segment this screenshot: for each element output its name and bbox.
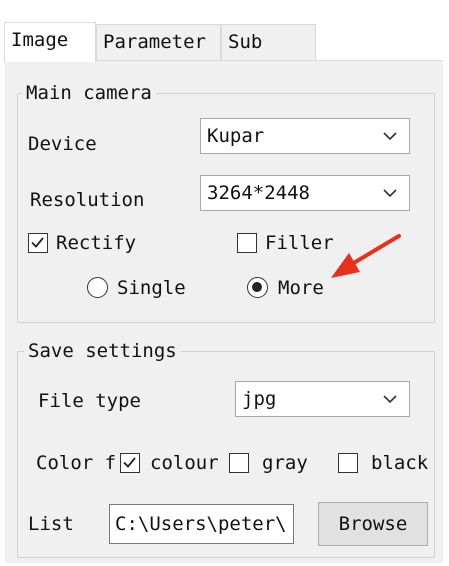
device-select[interactable]: Kupar	[200, 118, 410, 154]
file-type-value: jpg	[242, 388, 277, 410]
colour-checkbox[interactable]	[120, 453, 140, 473]
file-type-select[interactable]: jpg	[235, 381, 410, 417]
single-label: Single	[117, 277, 186, 299]
gray-label: gray	[262, 452, 308, 474]
filler-label: Filler	[265, 232, 334, 254]
more-label: More	[278, 277, 324, 299]
tab-sub[interactable]: Sub	[221, 24, 316, 61]
more-radio[interactable]	[247, 277, 268, 298]
file-type-label: File type	[38, 390, 141, 412]
filler-checkbox[interactable]	[237, 233, 257, 253]
gray-checkbox[interactable]	[229, 453, 249, 473]
check-icon	[123, 457, 136, 468]
resolution-value: 3264*2448	[207, 182, 310, 204]
save-settings-title: Save settings	[24, 340, 181, 362]
list-label: List	[28, 513, 74, 535]
chevron-down-icon	[383, 189, 397, 198]
main-camera-title: Main camera	[22, 82, 156, 104]
device-value: Kupar	[207, 125, 265, 147]
rectify-label: Rectify	[56, 232, 137, 254]
browse-button[interactable]: Browse	[318, 502, 428, 546]
resolution-select[interactable]: 3264*2448	[200, 175, 410, 211]
rectify-checkbox[interactable]	[28, 233, 48, 253]
chevron-down-icon	[383, 395, 397, 404]
list-path-input[interactable]: C:\Users\peter\	[109, 504, 294, 544]
device-label: Device	[28, 133, 97, 155]
check-icon	[31, 237, 44, 248]
colour-label: colour	[150, 452, 219, 474]
color-label: Color f	[36, 452, 117, 474]
chevron-down-icon	[383, 132, 397, 141]
black-label: black	[371, 452, 429, 474]
tab-parameter[interactable]: Parameter	[96, 24, 221, 61]
tab-image[interactable]: Image	[4, 22, 96, 62]
single-radio[interactable]	[87, 277, 108, 298]
resolution-label: Resolution	[30, 189, 145, 211]
black-checkbox[interactable]	[338, 453, 358, 473]
